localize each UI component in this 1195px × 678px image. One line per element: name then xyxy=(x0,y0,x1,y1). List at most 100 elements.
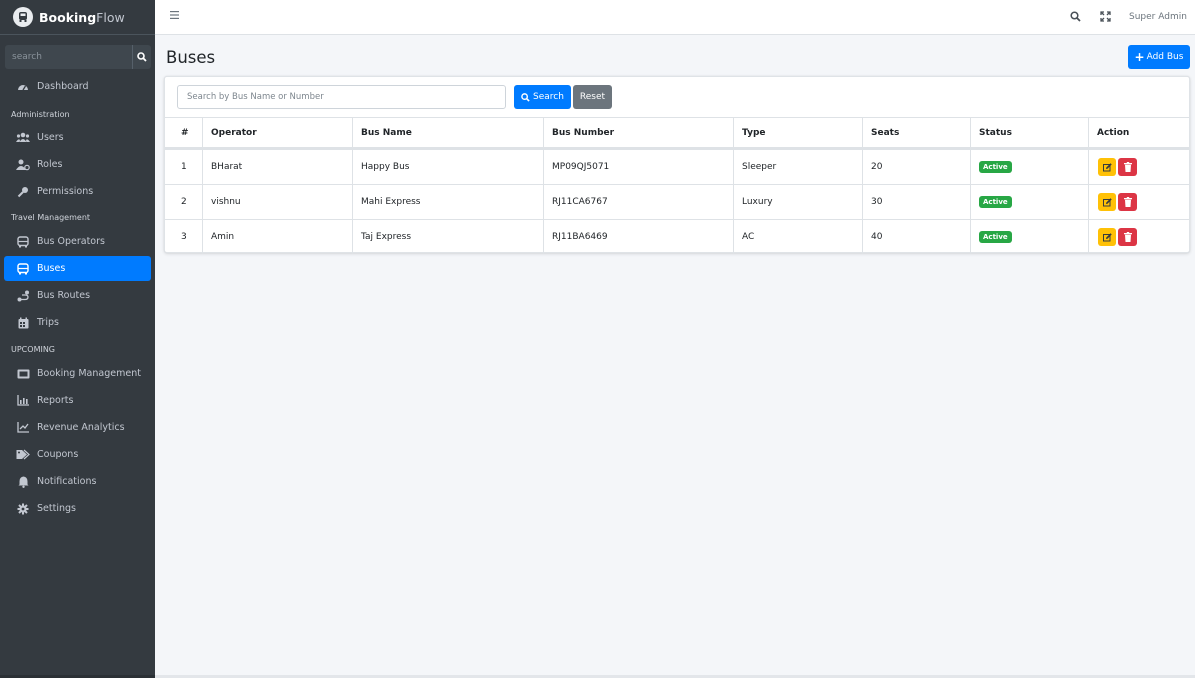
edit-icon xyxy=(1102,197,1112,206)
bus-icon xyxy=(16,262,30,276)
menu-toggle-icon[interactable] xyxy=(170,11,179,22)
search-button-label: Search xyxy=(533,92,564,102)
reset-button[interactable]: Reset xyxy=(573,85,612,109)
buses-card: Search Reset # Operator Bus Name Bus Num… xyxy=(164,76,1190,254)
key-icon xyxy=(16,185,30,199)
fullscreen-icon[interactable] xyxy=(1100,11,1111,25)
table-header-row: # Operator Bus Name Bus Number Type Seat… xyxy=(165,117,1189,149)
column-header: Action xyxy=(1097,127,1130,138)
nav-header-upcoming: UPCOMING xyxy=(11,345,56,354)
sidebar-item-dashboard[interactable]: Dashboard xyxy=(4,74,151,99)
sidebar: BookingFlow Dashboard Administration Use… xyxy=(0,0,155,675)
type-cell: Sleeper xyxy=(742,162,777,172)
search-icon[interactable] xyxy=(1070,11,1081,25)
sidebar-item-notifications[interactable]: Notifications xyxy=(4,469,151,494)
row-number: 1 xyxy=(181,162,187,172)
search-icon xyxy=(137,52,147,62)
edit-button[interactable] xyxy=(1098,193,1116,211)
bus-name-cell: Mahi Express xyxy=(361,197,421,207)
nav-header-travel-management: Travel Management xyxy=(11,213,91,222)
bus-name-cell: Taj Express xyxy=(361,232,412,242)
row-number: 2 xyxy=(181,197,187,207)
sidebar-item-users[interactable]: Users xyxy=(4,125,151,150)
sidebar-search-button[interactable] xyxy=(132,45,151,69)
sidebar-item-bus-operators[interactable]: Bus Operators xyxy=(4,229,151,254)
gear-icon xyxy=(16,502,30,516)
sidebar-item-trips[interactable]: Trips xyxy=(4,310,151,335)
sidebar-item-label: Reports xyxy=(37,395,74,406)
roles-icon xyxy=(16,158,30,172)
sidebar-item-roles[interactable]: Roles xyxy=(4,152,151,177)
sidebar-item-settings[interactable]: Settings xyxy=(4,496,151,521)
edit-button[interactable] xyxy=(1098,158,1116,176)
edit-button[interactable] xyxy=(1098,228,1116,246)
sidebar-search-input[interactable] xyxy=(5,45,132,69)
bus-icon xyxy=(16,235,30,249)
bus-search-input[interactable] xyxy=(177,85,506,109)
column-header: Status xyxy=(979,127,1012,138)
sidebar-item-label: Coupons xyxy=(37,449,79,460)
search-icon xyxy=(521,92,530,102)
table-row: 1 BHarat Happy Bus MP09QJ5071 Sleeper 20… xyxy=(165,149,1189,184)
sidebar-item-reports[interactable]: Reports xyxy=(4,388,151,413)
type-cell: AC xyxy=(742,232,755,242)
sidebar-item-revenue-analytics[interactable]: Revenue Analytics xyxy=(4,415,151,440)
plus-icon: + xyxy=(1134,50,1145,64)
bus-number-cell: MP09QJ5071 xyxy=(552,162,610,172)
delete-button[interactable] xyxy=(1118,193,1137,211)
sidebar-item-label: Bus Routes xyxy=(37,290,91,301)
column-header: # xyxy=(181,127,189,138)
row-number: 3 xyxy=(181,232,187,242)
sidebar-item-label: Booking Management xyxy=(37,368,141,379)
top-navbar: Super Admin xyxy=(155,0,1195,35)
sidebar-item-label: Users xyxy=(37,132,64,143)
edit-icon xyxy=(1102,162,1112,171)
trash-icon xyxy=(1123,162,1132,172)
sidebar-item-label: Notifications xyxy=(37,476,97,487)
bell-icon xyxy=(16,475,30,489)
sidebar-item-buses[interactable]: Buses xyxy=(4,256,151,281)
edit-icon xyxy=(1102,232,1112,241)
calendar-icon xyxy=(16,316,30,330)
column-header: Bus Number xyxy=(552,127,615,138)
brand-logo-icon xyxy=(13,7,33,27)
sidebar-item-coupons[interactable]: Coupons xyxy=(4,442,151,467)
users-icon xyxy=(16,131,30,145)
sidebar-item-label: Roles xyxy=(37,159,63,170)
dashboard-icon xyxy=(16,80,30,94)
sidebar-item-booking-management[interactable]: Booking Management xyxy=(4,361,151,386)
user-menu[interactable]: Super Admin xyxy=(1129,12,1187,22)
delete-button[interactable] xyxy=(1118,228,1137,246)
sidebar-search xyxy=(5,45,151,69)
column-header: Type xyxy=(742,127,766,138)
add-bus-button[interactable]: + Add Bus xyxy=(1128,45,1190,69)
add-bus-label: Add Bus xyxy=(1146,52,1184,62)
trash-icon xyxy=(1123,232,1132,242)
sidebar-item-permissions[interactable]: Permissions xyxy=(4,179,151,204)
sidebar-item-label: Dashboard xyxy=(37,81,89,92)
route-icon xyxy=(16,289,30,303)
operator-cell: Amin xyxy=(211,232,235,242)
column-header: Operator xyxy=(211,127,257,138)
status-badge: Active xyxy=(979,231,1012,243)
status-badge: Active xyxy=(979,161,1012,173)
sidebar-item-label: Bus Operators xyxy=(37,236,105,247)
type-cell: Luxury xyxy=(742,197,773,207)
bus-name-cell: Happy Bus xyxy=(361,162,410,172)
operator-cell: BHarat xyxy=(211,162,243,172)
brand-link[interactable]: BookingFlow xyxy=(0,0,155,35)
brand-name: BookingFlow xyxy=(39,9,125,25)
table-row: 2 vishnu Mahi Express RJ11CA6767 Luxury … xyxy=(165,184,1189,219)
seats-cell: 40 xyxy=(871,232,883,242)
sidebar-item-label: Trips xyxy=(37,317,59,328)
delete-button[interactable] xyxy=(1118,158,1137,176)
operator-cell: vishnu xyxy=(211,197,241,207)
nav-header-administration: Administration xyxy=(11,110,70,119)
column-header: Bus Name xyxy=(361,127,412,138)
search-button[interactable]: Search xyxy=(514,85,571,109)
sidebar-item-bus-routes[interactable]: Bus Routes xyxy=(4,283,151,308)
column-header: Seats xyxy=(871,127,900,138)
page-title: Buses xyxy=(166,48,216,67)
sidebar-item-label: Permissions xyxy=(37,186,94,197)
chart-bar-icon xyxy=(16,394,30,408)
